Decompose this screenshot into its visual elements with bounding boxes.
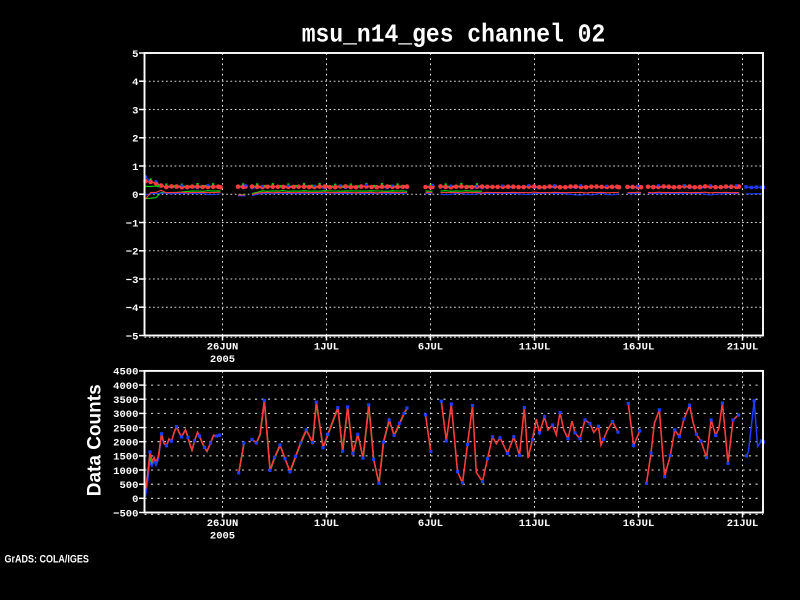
svg-text:2500: 2500 [113, 423, 138, 435]
svg-text:3500: 3500 [113, 395, 138, 407]
svg-text:11JUL: 11JUL [519, 342, 551, 354]
svg-text:1500: 1500 [113, 452, 138, 464]
svg-text:26JUN: 26JUN [207, 518, 239, 530]
svg-text:6JUL: 6JUL [418, 342, 443, 354]
svg-text:2000: 2000 [113, 438, 138, 450]
svg-text:16JUL: 16JUL [623, 342, 655, 354]
svg-text:26JUN: 26JUN [207, 342, 239, 354]
svg-text:4000: 4000 [113, 381, 138, 393]
svg-text:2: 2 [132, 134, 138, 146]
svg-text:−2: −2 [126, 247, 139, 259]
svg-text:0: 0 [132, 190, 138, 202]
svg-text:1000: 1000 [113, 466, 138, 478]
svg-text:−5: −5 [126, 331, 139, 343]
svg-text:4500: 4500 [113, 367, 138, 379]
svg-text:6JUL: 6JUL [418, 518, 443, 530]
svg-text:4: 4 [132, 77, 138, 89]
svg-text:500: 500 [119, 480, 138, 492]
svg-text:1: 1 [132, 162, 138, 174]
svg-text:msu_n14_ges channel 02: msu_n14_ges channel 02 [302, 21, 606, 50]
svg-text:11JUL: 11JUL [519, 518, 551, 530]
svg-text:3000: 3000 [113, 409, 138, 421]
svg-text:GrADS: COLA/IGES: GrADS: COLA/IGES [5, 554, 90, 566]
svg-text:21JUL: 21JUL [727, 518, 759, 530]
svg-text:5: 5 [132, 49, 138, 61]
svg-text:Data Counts: Data Counts [85, 384, 106, 496]
svg-text:1JUL: 1JUL [314, 518, 339, 530]
svg-text:0: 0 [132, 494, 138, 506]
svg-text:−3: −3 [126, 275, 139, 287]
svg-text:21JUL: 21JUL [727, 342, 759, 354]
svg-text:−1: −1 [126, 218, 139, 230]
svg-text:1JUL: 1JUL [314, 342, 339, 354]
svg-text:16JUL: 16JUL [623, 518, 655, 530]
svg-text:3: 3 [132, 105, 138, 117]
svg-text:2005: 2005 [210, 531, 235, 543]
svg-text:2005: 2005 [210, 354, 235, 366]
svg-text:−4: −4 [126, 303, 139, 315]
svg-text:−500: −500 [113, 508, 138, 520]
